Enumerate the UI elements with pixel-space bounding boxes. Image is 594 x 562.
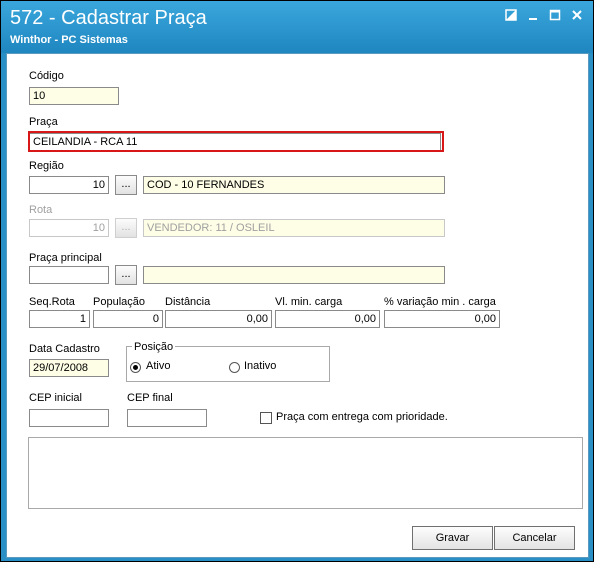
rota-description: VENDEDOR: 11 / OSLEIL	[143, 219, 445, 237]
annotation-highlight-box	[28, 131, 444, 152]
praca-principal-label: Praça principal	[29, 252, 102, 264]
rota-browse-button[interactable]: ...	[115, 218, 137, 238]
regiao-code-input[interactable]: 10	[29, 176, 109, 194]
regiao-description: COD - 10 FERNANDES	[143, 176, 445, 194]
pct-variacao-input[interactable]: 0,00	[384, 310, 500, 328]
seq-rota-label: Seq.Rota	[29, 296, 75, 308]
posicao-group-title: Posição	[132, 341, 176, 353]
cancelar-button[interactable]: Cancelar	[494, 526, 575, 550]
distancia-input[interactable]: 0,00	[165, 310, 272, 328]
inativo-radio[interactable]	[229, 362, 240, 373]
codigo-input[interactable]: 10	[29, 87, 119, 105]
praca-principal-description	[143, 266, 445, 284]
rota-label: Rota	[29, 204, 53, 216]
populacao-label: População	[93, 296, 145, 308]
praca-principal-browse-button[interactable]: ...	[115, 265, 137, 285]
cep-final-label: CEP final	[127, 392, 173, 404]
rota-code-input[interactable]: 10	[29, 219, 109, 237]
data-cadastro-input[interactable]: 29/07/2008	[29, 359, 109, 377]
ativo-radio[interactable]	[130, 362, 141, 373]
title-bar[interactable]: 572 - Cadastrar Praça Winthor - PC Siste…	[1, 1, 593, 53]
vl-min-carga-input[interactable]: 0,00	[275, 310, 380, 328]
regiao-browse-button[interactable]: ...	[115, 175, 137, 195]
vl-min-carga-label: Vl. min. carga	[275, 296, 343, 308]
ativo-label[interactable]: Ativo	[146, 360, 170, 372]
form-area: Código 10 Praça CEILANDIA - RCA 11 Regiã…	[6, 53, 589, 558]
close-icon[interactable]	[570, 9, 584, 23]
cep-final-input[interactable]	[127, 409, 207, 427]
cancelar-button-label: Cancelar	[512, 532, 557, 544]
observacao-memo[interactable]	[28, 437, 583, 509]
cep-inicial-label: CEP inicial	[29, 392, 82, 404]
data-cadastro-label: Data Cadastro	[29, 343, 100, 355]
minimize-icon[interactable]	[526, 9, 540, 23]
pct-variacao-label: % variação min . carga	[384, 296, 496, 308]
gravar-button-label: Gravar	[435, 532, 470, 544]
prioridade-checkbox[interactable]	[260, 412, 272, 424]
distancia-label: Distância	[165, 296, 211, 308]
app-window: 572 - Cadastrar Praça Winthor - PC Siste…	[0, 0, 594, 562]
window-subtitle: Winthor - PC Sistemas	[10, 34, 128, 46]
window-title: 572 - Cadastrar Praça	[10, 7, 207, 29]
cep-inicial-input[interactable]	[29, 409, 109, 427]
inativo-label[interactable]: Inativo	[244, 360, 276, 372]
gravar-button[interactable]: Gravar	[412, 526, 493, 550]
regiao-label: Região	[29, 160, 64, 172]
codigo-label: Código	[29, 70, 64, 82]
seq-rota-input[interactable]: 1	[29, 310, 90, 328]
populacao-input[interactable]: 0	[93, 310, 163, 328]
prioridade-label[interactable]: Praça com entrega com prioridade.	[276, 411, 448, 423]
maximize-icon[interactable]	[548, 9, 562, 23]
praca-principal-code-input[interactable]	[29, 266, 109, 284]
restore-icon[interactable]	[504, 9, 518, 23]
praca-label: Praça	[29, 116, 58, 128]
